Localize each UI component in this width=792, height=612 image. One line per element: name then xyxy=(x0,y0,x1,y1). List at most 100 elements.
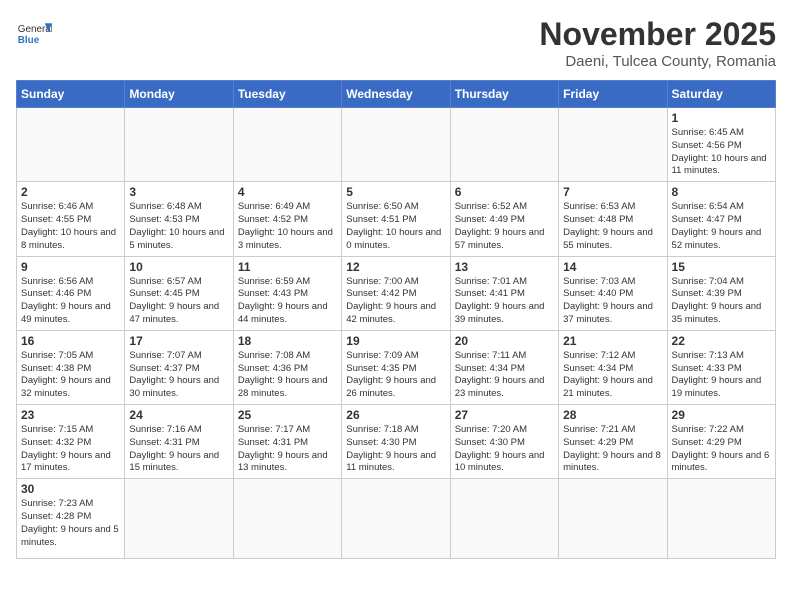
day-number: 25 xyxy=(238,408,337,422)
logo: General Blue xyxy=(16,16,52,52)
calendar-cell: 11 Sunrise: 6:59 AM Sunset: 4:43 PM Dayli… xyxy=(233,256,341,330)
column-header-friday: Friday xyxy=(559,81,667,108)
day-number: 5 xyxy=(346,185,445,199)
day-number: 20 xyxy=(455,334,554,348)
day-number: 19 xyxy=(346,334,445,348)
month-title: November 2025 xyxy=(539,16,776,53)
day-content: Sunrise: 6:52 AM Sunset: 4:49 PM Dayligh… xyxy=(455,201,554,252)
calendar-cell: 12 Sunrise: 7:00 AM Sunset: 4:42 PM Dayli… xyxy=(342,256,450,330)
calendar-cell xyxy=(667,479,775,559)
calendar-cell xyxy=(342,108,450,182)
calendar-cell: 22Sunrise: 7:13 AM Sunset: 4:33 PM Dayli… xyxy=(667,330,775,404)
day-content: Sunrise: 6:59 AM Sunset: 4:43 PM Dayligh… xyxy=(238,276,337,327)
day-number: 9 xyxy=(21,260,120,274)
calendar-cell: 18Sunrise: 7:08 AM Sunset: 4:36 PM Dayli… xyxy=(233,330,341,404)
calendar-cell: 6 Sunrise: 6:52 AM Sunset: 4:49 PM Daylig… xyxy=(450,182,558,256)
day-content: Sunrise: 7:01 AM Sunset: 4:41 PM Dayligh… xyxy=(455,276,554,327)
day-number: 24 xyxy=(129,408,228,422)
day-number: 26 xyxy=(346,408,445,422)
day-number: 29 xyxy=(672,408,771,422)
day-number: 12 xyxy=(346,260,445,274)
day-content: Sunrise: 6:45 AM Sunset: 4:56 PM Dayligh… xyxy=(672,127,771,178)
calendar-cell: 14 Sunrise: 7:03 AM Sunset: 4:40 PM Dayli… xyxy=(559,256,667,330)
day-content: Sunrise: 6:50 AM Sunset: 4:51 PM Dayligh… xyxy=(346,201,445,252)
day-number: 30 xyxy=(21,482,120,496)
column-header-wednesday: Wednesday xyxy=(342,81,450,108)
calendar-week-row: 1 Sunrise: 6:45 AM Sunset: 4:56 PM Daylig… xyxy=(17,108,776,182)
svg-text:Blue: Blue xyxy=(18,35,40,46)
day-content: Sunrise: 7:16 AM Sunset: 4:31 PM Dayligh… xyxy=(129,424,228,475)
day-number: 7 xyxy=(563,185,662,199)
calendar-cell: 2Sunrise: 6:46 AM Sunset: 4:55 PM Daylig… xyxy=(17,182,125,256)
calendar-cell: 13 Sunrise: 7:01 AM Sunset: 4:41 PM Dayli… xyxy=(450,256,558,330)
calendar-week-row: 16Sunrise: 7:05 AM Sunset: 4:38 PM Dayli… xyxy=(17,330,776,404)
calendar-cell xyxy=(125,479,233,559)
day-number: 10 xyxy=(129,260,228,274)
calendar-cell xyxy=(342,479,450,559)
day-content: Sunrise: 7:03 AM Sunset: 4:40 PM Dayligh… xyxy=(563,276,662,327)
calendar-cell: 1 Sunrise: 6:45 AM Sunset: 4:56 PM Daylig… xyxy=(667,108,775,182)
calendar-cell: 24 Sunrise: 7:16 AM Sunset: 4:31 PM Dayli… xyxy=(125,405,233,479)
day-content: Sunrise: 7:22 AM Sunset: 4:29 PM Dayligh… xyxy=(672,424,771,475)
day-content: Sunrise: 6:49 AM Sunset: 4:52 PM Dayligh… xyxy=(238,201,337,252)
day-content: Sunrise: 7:15 AM Sunset: 4:32 PM Dayligh… xyxy=(21,424,120,475)
calendar-cell xyxy=(17,108,125,182)
calendar-table: SundayMondayTuesdayWednesdayThursdayFrid… xyxy=(16,80,776,559)
calendar-week-row: 30 Sunrise: 7:23 AM Sunset: 4:28 PM Dayli… xyxy=(17,479,776,559)
title-block: November 2025 Daeni, Tulcea County, Roma… xyxy=(539,16,776,70)
day-number: 22 xyxy=(672,334,771,348)
column-header-saturday: Saturday xyxy=(667,81,775,108)
location-subtitle: Daeni, Tulcea County, Romania xyxy=(539,53,776,70)
calendar-cell: 29 Sunrise: 7:22 AM Sunset: 4:29 PM Dayli… xyxy=(667,405,775,479)
calendar-cell: 3Sunrise: 6:48 AM Sunset: 4:53 PM Daylig… xyxy=(125,182,233,256)
calendar-cell: 16Sunrise: 7:05 AM Sunset: 4:38 PM Dayli… xyxy=(17,330,125,404)
calendar-cell: 28 Sunrise: 7:21 AM Sunset: 4:29 PM Dayli… xyxy=(559,405,667,479)
day-content: Sunrise: 7:17 AM Sunset: 4:31 PM Dayligh… xyxy=(238,424,337,475)
calendar-cell xyxy=(559,479,667,559)
calendar-cell xyxy=(450,479,558,559)
calendar-cell: 5 Sunrise: 6:50 AM Sunset: 4:51 PM Daylig… xyxy=(342,182,450,256)
calendar-week-row: 2Sunrise: 6:46 AM Sunset: 4:55 PM Daylig… xyxy=(17,182,776,256)
calendar-cell: 27Sunrise: 7:20 AM Sunset: 4:30 PM Dayli… xyxy=(450,405,558,479)
day-content: Sunrise: 6:46 AM Sunset: 4:55 PM Dayligh… xyxy=(21,201,120,252)
day-number: 14 xyxy=(563,260,662,274)
calendar-cell: 30 Sunrise: 7:23 AM Sunset: 4:28 PM Dayli… xyxy=(17,479,125,559)
calendar-header-row: SundayMondayTuesdayWednesdayThursdayFrid… xyxy=(17,81,776,108)
day-number: 17 xyxy=(129,334,228,348)
calendar-cell xyxy=(559,108,667,182)
calendar-cell: 21Sunrise: 7:12 AM Sunset: 4:34 PM Dayli… xyxy=(559,330,667,404)
day-content: Sunrise: 6:57 AM Sunset: 4:45 PM Dayligh… xyxy=(129,276,228,327)
day-content: Sunrise: 6:54 AM Sunset: 4:47 PM Dayligh… xyxy=(672,201,771,252)
calendar-cell xyxy=(233,108,341,182)
calendar-cell: 9 Sunrise: 6:56 AM Sunset: 4:46 PM Daylig… xyxy=(17,256,125,330)
calendar-week-row: 23 Sunrise: 7:15 AM Sunset: 4:32 PM Dayli… xyxy=(17,405,776,479)
calendar-cell: 20Sunrise: 7:11 AM Sunset: 4:34 PM Dayli… xyxy=(450,330,558,404)
day-content: Sunrise: 6:53 AM Sunset: 4:48 PM Dayligh… xyxy=(563,201,662,252)
day-number: 13 xyxy=(455,260,554,274)
calendar-cell: 25 Sunrise: 7:17 AM Sunset: 4:31 PM Dayli… xyxy=(233,405,341,479)
day-number: 15 xyxy=(672,260,771,274)
day-content: Sunrise: 7:00 AM Sunset: 4:42 PM Dayligh… xyxy=(346,276,445,327)
day-content: Sunrise: 7:05 AM Sunset: 4:38 PM Dayligh… xyxy=(21,350,120,401)
day-content: Sunrise: 7:18 AM Sunset: 4:30 PM Dayligh… xyxy=(346,424,445,475)
column-header-thursday: Thursday xyxy=(450,81,558,108)
page-header: General Blue November 2025 Daeni, Tulcea… xyxy=(16,16,776,70)
day-number: 23 xyxy=(21,408,120,422)
day-number: 6 xyxy=(455,185,554,199)
calendar-week-row: 9 Sunrise: 6:56 AM Sunset: 4:46 PM Daylig… xyxy=(17,256,776,330)
calendar-cell: 4Sunrise: 6:49 AM Sunset: 4:52 PM Daylig… xyxy=(233,182,341,256)
day-content: Sunrise: 7:23 AM Sunset: 4:28 PM Dayligh… xyxy=(21,498,120,549)
calendar-cell: 7 Sunrise: 6:53 AM Sunset: 4:48 PM Daylig… xyxy=(559,182,667,256)
day-number: 28 xyxy=(563,408,662,422)
column-header-monday: Monday xyxy=(125,81,233,108)
column-header-tuesday: Tuesday xyxy=(233,81,341,108)
day-content: Sunrise: 6:56 AM Sunset: 4:46 PM Dayligh… xyxy=(21,276,120,327)
day-number: 1 xyxy=(672,111,771,125)
calendar-cell: 17Sunrise: 7:07 AM Sunset: 4:37 PM Dayli… xyxy=(125,330,233,404)
day-content: Sunrise: 7:09 AM Sunset: 4:35 PM Dayligh… xyxy=(346,350,445,401)
day-content: Sunrise: 7:21 AM Sunset: 4:29 PM Dayligh… xyxy=(563,424,662,475)
day-number: 18 xyxy=(238,334,337,348)
day-number: 21 xyxy=(563,334,662,348)
day-number: 11 xyxy=(238,260,337,274)
day-number: 3 xyxy=(129,185,228,199)
